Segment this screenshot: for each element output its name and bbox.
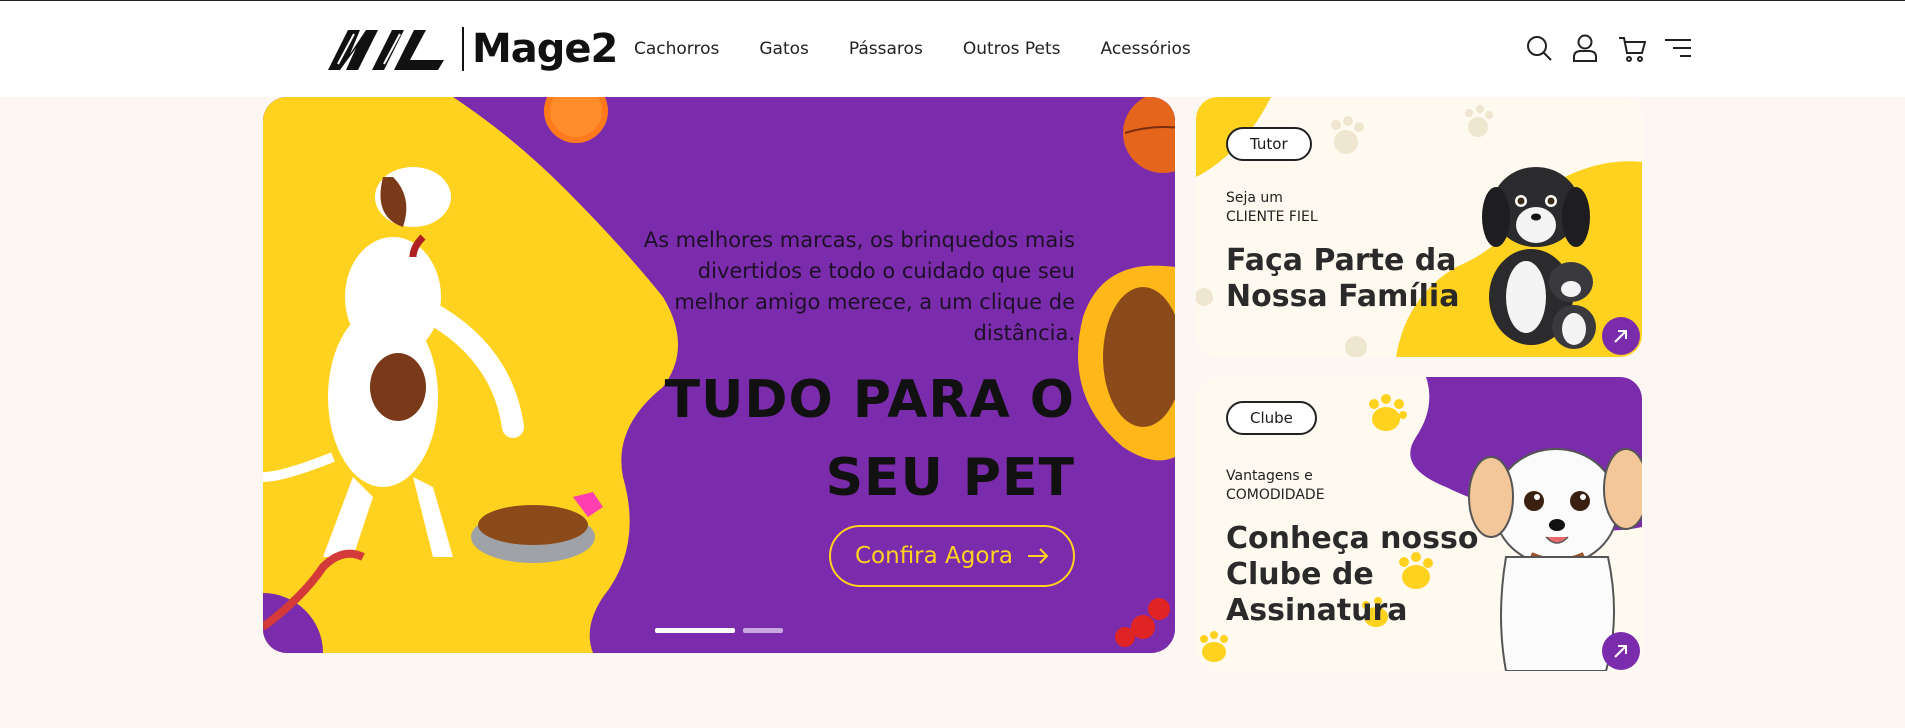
user-icon[interactable] — [1572, 33, 1598, 63]
arrow-up-right-icon — [1614, 330, 1627, 343]
card-eyebrow-line1: Vantagens e — [1226, 468, 1313, 484]
slide-indicator-1[interactable] — [655, 628, 735, 633]
hero-cta-button[interactable]: Confira Agora — [829, 525, 1075, 587]
card-title-line2: Nossa Família — [1226, 279, 1460, 314]
slider-indicators — [655, 628, 783, 633]
card-title: Conheça nosso Clube de Assinatura — [1226, 521, 1478, 629]
card-eyebrow-line2: COMODIDADE — [1226, 487, 1325, 503]
logo-divider — [462, 27, 464, 71]
header-actions — [1526, 33, 1691, 63]
nav-item-acessorios[interactable]: Acessórios — [1101, 39, 1191, 59]
hero-title-line2: SEU PET — [825, 448, 1075, 508]
logo-mark-icon — [328, 30, 444, 70]
arrow-right-icon — [1028, 548, 1049, 564]
nav-item-gatos[interactable]: Gatos — [759, 39, 809, 59]
nav-item-cachorros[interactable]: Cachorros — [634, 39, 719, 59]
card-tag-clube: Clube — [1226, 401, 1317, 435]
card-title: Faça Parte da Nossa Família — [1226, 243, 1459, 315]
slide-indicator-2[interactable] — [743, 628, 783, 633]
cart-icon[interactable] — [1618, 33, 1647, 63]
menu-icon[interactable] — [1664, 33, 1691, 63]
hero-title-line1: TUDO PARA O — [664, 370, 1075, 430]
search-icon[interactable] — [1526, 33, 1552, 63]
card-eyebrow: Vantagens e COMODIDADE — [1226, 467, 1325, 505]
card-open-button[interactable] — [1602, 317, 1640, 355]
hero-copy: As melhores marcas, os brinquedos mais d… — [635, 225, 1075, 517]
brand-name: Mage2 — [472, 26, 618, 72]
brand-logo[interactable]: Mage2 — [326, 23, 618, 75]
card-title-line1: Faça Parte da — [1226, 243, 1457, 278]
card-eyebrow-line1: Seja um — [1226, 190, 1283, 206]
hero-cta-label: Confira Agora — [854, 543, 1013, 569]
nav-item-outros-pets[interactable]: Outros Pets — [963, 39, 1061, 59]
card-eyebrow-line2: CLIENTE FIEL — [1226, 209, 1318, 225]
card-open-button[interactable] — [1602, 632, 1640, 670]
card-eyebrow: Seja um CLIENTE FIEL — [1226, 189, 1318, 227]
promo-card-clube[interactable]: Clube Vantagens e COMODIDADE Conheça nos… — [1196, 377, 1642, 671]
hero-title: TUDO PARA O SEU PET — [635, 361, 1075, 517]
nav-item-passaros[interactable]: Pássaros — [849, 39, 923, 59]
card-tag-tutor: Tutor — [1226, 127, 1312, 161]
main-nav: Cachorros Gatos Pássaros Outros Pets Ace… — [634, 39, 1231, 59]
hero-subtitle: As melhores marcas, os brinquedos mais d… — [643, 228, 1075, 345]
hero-banner: As melhores marcas, os brinquedos mais d… — [263, 97, 1175, 653]
card-title-line3: Assinatura — [1226, 593, 1408, 628]
card-title-line1: Conheça nosso — [1226, 521, 1479, 556]
card-title-line2: Clube de — [1226, 557, 1374, 592]
site-header: Mage2 Cachorros Gatos Pássaros Outros Pe… — [0, 1, 1905, 97]
promo-card-tutor[interactable]: Tutor Seja um CLIENTE FIEL Faça Parte da… — [1196, 97, 1642, 357]
arrow-up-right-icon — [1614, 645, 1627, 658]
